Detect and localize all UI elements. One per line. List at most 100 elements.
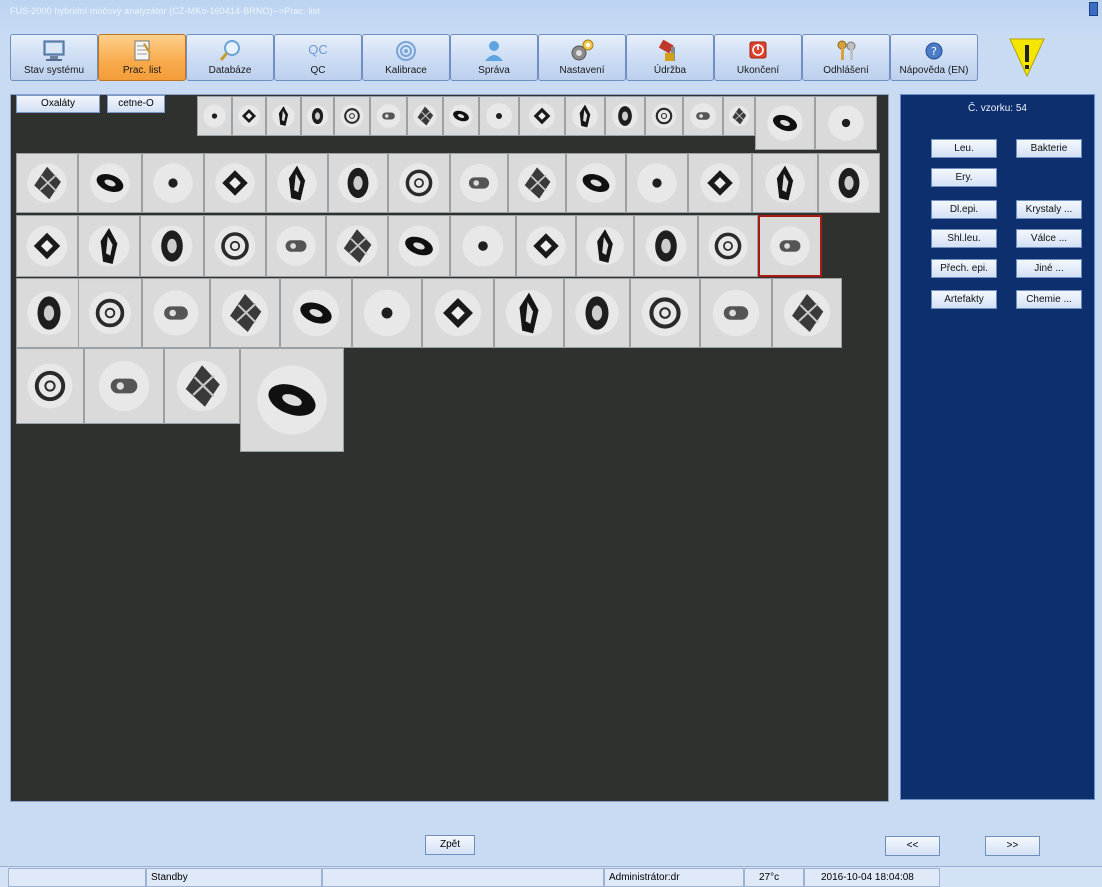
class-button-other[interactable]: Jiné ...: [1016, 259, 1082, 278]
crystal-thumbnail[interactable]: [16, 278, 82, 348]
crystal-image: [820, 97, 872, 149]
crystal-thumbnail[interactable]: [84, 348, 164, 424]
crystal-thumbnail[interactable]: [479, 96, 519, 136]
crystal-thumbnail[interactable]: [197, 96, 232, 136]
class-button-chemistry[interactable]: Chemie ...: [1016, 290, 1082, 309]
crystal-thumbnail[interactable]: [280, 278, 352, 348]
crystal-image: [453, 216, 513, 276]
crystal-thumbnail[interactable]: [78, 215, 140, 277]
crystal-thumbnail[interactable]: [422, 278, 494, 348]
crystal-thumbnail[interactable]: [352, 278, 422, 348]
toolbar-button-qc[interactable]: QC QC: [274, 34, 362, 81]
crystal-thumbnail[interactable]: [758, 215, 822, 277]
crystal-thumbnail[interactable]: [723, 96, 755, 136]
crystal-image: [371, 98, 406, 134]
crystal-thumbnail[interactable]: [630, 278, 700, 348]
crystal-thumbnail[interactable]: [815, 96, 877, 150]
class-button-shl-leu[interactable]: Shl.leu.: [931, 229, 997, 248]
magnifier-icon: [219, 40, 240, 61]
toolbar-button-management[interactable]: Správa: [450, 34, 538, 81]
crystal-thumbnail[interactable]: [683, 96, 723, 136]
crystal-image: [327, 216, 387, 276]
crystal-thumbnail[interactable]: [326, 215, 388, 277]
crystal-thumbnail[interactable]: [16, 153, 78, 213]
crystal-thumbnail[interactable]: [140, 215, 204, 277]
crystal-thumbnail[interactable]: [240, 348, 344, 452]
crystal-thumbnail[interactable]: [508, 153, 566, 213]
crystal-image: [211, 279, 279, 347]
toolbar-label: Databáze: [208, 65, 252, 76]
class-button-transitional-epi[interactable]: Přech. epi.: [931, 259, 997, 278]
crystal-thumbnail[interactable]: [142, 278, 210, 348]
window-corner-icon[interactable]: [1089, 2, 1098, 16]
crystal-thumbnail[interactable]: [494, 278, 564, 348]
toolbar-button-shutdown[interactable]: Ukončení: [714, 34, 802, 81]
crystal-thumbnail[interactable]: [576, 215, 634, 277]
crystal-thumbnail[interactable]: [78, 153, 142, 213]
category-tab-cetne-o[interactable]: cetne-O: [107, 95, 165, 113]
crystal-thumbnail[interactable]: [388, 215, 450, 277]
crystal-thumbnail[interactable]: [334, 96, 370, 136]
class-button-bacteria[interactable]: Bakterie: [1016, 139, 1082, 158]
crystal-thumbnail[interactable]: [232, 96, 266, 136]
crystal-thumbnail[interactable]: [698, 215, 758, 277]
crystal-thumbnail[interactable]: [566, 153, 626, 213]
toolbar-button-maintenance[interactable]: Údržba: [626, 34, 714, 81]
crystal-thumbnail[interactable]: [266, 215, 326, 277]
crystal-thumbnail[interactable]: [266, 96, 301, 136]
crystal-thumbnail[interactable]: [142, 153, 204, 213]
toolbar-button-settings[interactable]: Nastavení: [538, 34, 626, 81]
crystal-thumbnail[interactable]: [818, 153, 880, 213]
toolbar-button-worksheet[interactable]: Prac. list: [98, 34, 186, 81]
crystal-thumbnail[interactable]: [204, 215, 266, 277]
crystal-thumbnail[interactable]: [450, 215, 516, 277]
next-page-button[interactable]: >>: [985, 836, 1040, 856]
crystal-thumbnail[interactable]: [328, 153, 388, 213]
crystal-thumbnail[interactable]: [634, 215, 698, 277]
toolbar-button-calibration[interactable]: Kalibrace: [362, 34, 450, 81]
crystal-thumbnail[interactable]: [407, 96, 443, 136]
crystal-image: [268, 154, 326, 212]
crystal-thumbnail[interactable]: [388, 153, 450, 213]
crystal-thumbnail[interactable]: [755, 96, 815, 150]
crystal-thumbnail[interactable]: [605, 96, 645, 136]
crystal-thumbnail[interactable]: [516, 215, 576, 277]
crystal-image: [390, 154, 448, 212]
crystal-thumbnail[interactable]: [78, 278, 142, 348]
crystal-thumbnail[interactable]: [164, 348, 240, 424]
class-button-leu[interactable]: Leu.: [931, 139, 997, 158]
toolbar-button-help[interactable]: ? Nápověda (EN): [890, 34, 978, 81]
crystal-thumbnail[interactable]: [204, 153, 266, 213]
crystal-thumbnail[interactable]: [443, 96, 479, 136]
svg-text:?: ?: [931, 45, 937, 58]
crystal-thumbnail[interactable]: [772, 278, 842, 348]
previous-page-button[interactable]: <<: [885, 836, 940, 856]
crystal-thumbnail[interactable]: [752, 153, 818, 213]
toolbar-button-system-status[interactable]: Stav systému: [10, 34, 98, 81]
back-button[interactable]: Zpět: [425, 835, 475, 855]
crystal-thumbnail[interactable]: [450, 153, 508, 213]
crystal-thumbnail[interactable]: [16, 348, 84, 424]
crystal-thumbnail[interactable]: [565, 96, 605, 136]
crystal-thumbnail[interactable]: [370, 96, 407, 136]
crystal-thumbnail[interactable]: [16, 215, 78, 277]
crystal-thumbnail[interactable]: [700, 278, 772, 348]
crystal-thumbnail[interactable]: [564, 278, 630, 348]
class-button-artifacts[interactable]: Artefakty: [931, 290, 997, 309]
class-button-casts[interactable]: Válce ...: [1016, 229, 1082, 248]
warning-icon[interactable]: [1007, 36, 1047, 78]
crystal-thumbnail[interactable]: [266, 153, 328, 213]
class-button-ery[interactable]: Ery.: [931, 168, 997, 187]
crystal-thumbnail[interactable]: [210, 278, 280, 348]
toolbar-button-database[interactable]: Databáze: [186, 34, 274, 81]
crystal-image: [566, 97, 604, 135]
crystal-thumbnail[interactable]: [688, 153, 752, 213]
crystal-thumbnail[interactable]: [519, 96, 565, 136]
class-button-crystals[interactable]: Krystaly ...: [1016, 200, 1082, 219]
class-button-dl-epi[interactable]: Dl.epi.: [931, 200, 997, 219]
crystal-thumbnail[interactable]: [301, 96, 334, 136]
toolbar-button-logout[interactable]: Odhlášení: [802, 34, 890, 81]
crystal-thumbnail[interactable]: [626, 153, 688, 213]
category-tab-oxalates[interactable]: Oxaláty: [16, 95, 100, 113]
crystal-thumbnail[interactable]: [645, 96, 683, 136]
